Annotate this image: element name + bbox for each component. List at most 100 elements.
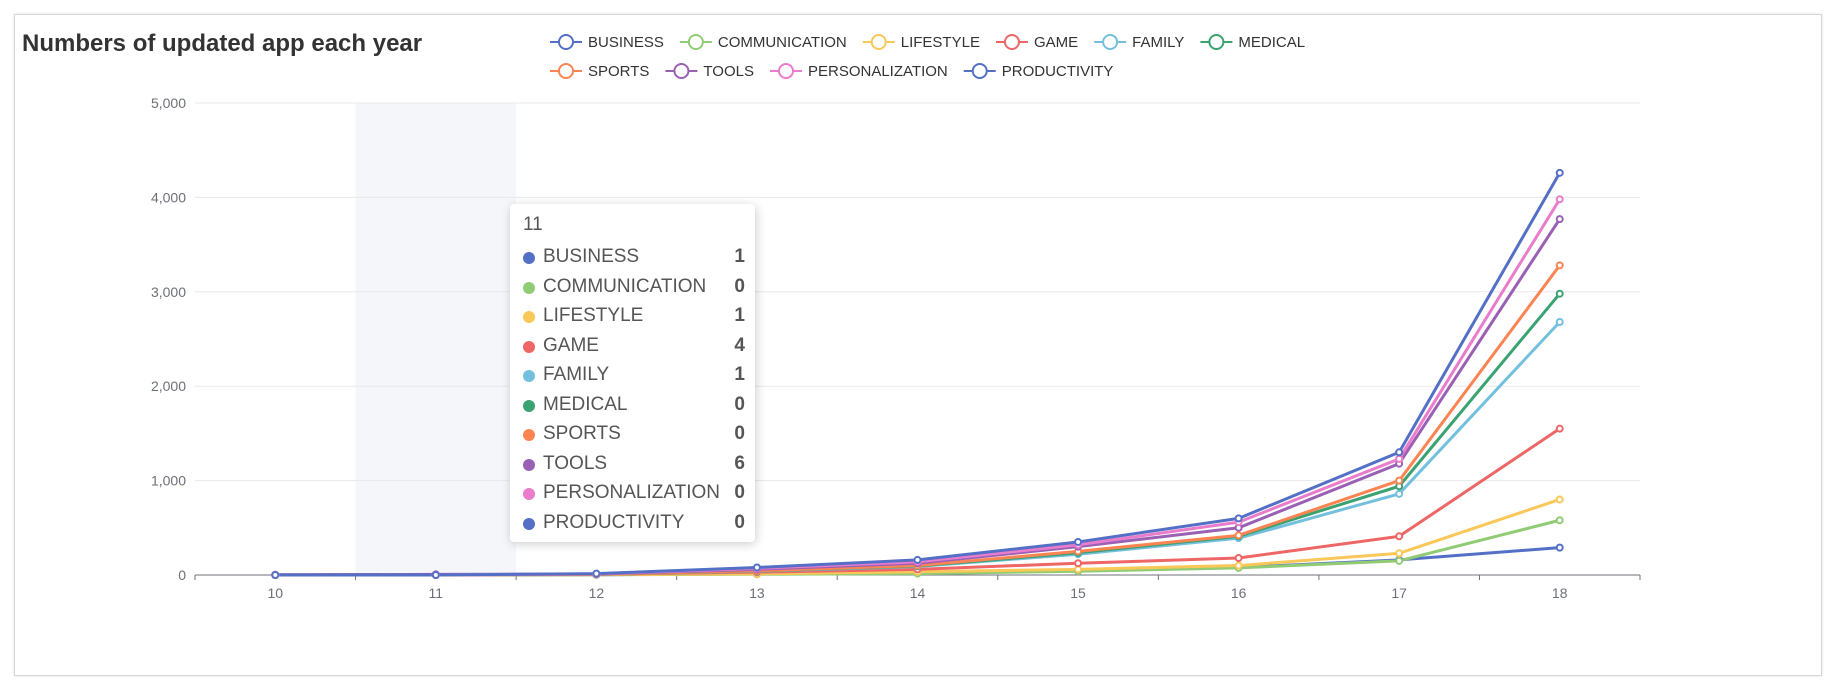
legend-marker-icon: [1102, 34, 1119, 50]
legend-item-tools[interactable]: TOOLS: [665, 63, 754, 80]
data-point-personalization: [1395, 454, 1404, 463]
legend-marker-icon: [687, 34, 704, 50]
legend-marker-icon: [1003, 34, 1020, 50]
x-tick-label: 12: [589, 585, 605, 601]
legend-item-lifestyle[interactable]: LIFESTYLE: [862, 34, 980, 51]
x-tick-label: 13: [749, 585, 765, 601]
data-point-productivity: [1234, 514, 1243, 523]
y-tick-label: 4,000: [151, 189, 186, 205]
data-point-sports: [1395, 476, 1404, 485]
data-point-productivity: [913, 555, 922, 564]
y-tick-label: 0: [178, 567, 186, 583]
tooltip-row: TOOLS 6: [523, 451, 745, 479]
legend-item-family[interactable]: FAMILY: [1094, 34, 1184, 51]
tooltip-row: SPORTS 0: [523, 421, 745, 449]
data-point-medical: [1555, 289, 1564, 298]
data-point-sports: [1555, 261, 1564, 270]
tooltip-series-name: PERSONALIZATION: [543, 482, 721, 503]
legend-marker-icon: [870, 34, 887, 50]
x-tick-label: 16: [1231, 585, 1247, 601]
tooltip-series-value: 0: [734, 423, 745, 444]
tooltip-row: COMMUNICATION 0: [523, 274, 745, 302]
y-tick-label: 5,000: [151, 95, 186, 111]
y-tick-label: 2,000: [151, 378, 186, 394]
legend-marker-icon: [777, 63, 794, 79]
tooltip-title: 11: [523, 214, 543, 235]
series-dot-icon: [523, 429, 535, 441]
series-dot-icon: [523, 311, 535, 323]
tooltip-series-value: 0: [734, 482, 745, 503]
legend-label: BUSINESS: [588, 34, 664, 51]
series-dot-icon: [523, 252, 535, 264]
data-point-game: [1395, 532, 1404, 541]
legend-item-sports[interactable]: SPORTS: [550, 63, 649, 80]
data-point-productivity: [271, 571, 280, 579]
x-tick-label: 10: [267, 585, 283, 601]
data-point-family: [1395, 489, 1404, 498]
legend-label: FAMILY: [1132, 34, 1184, 51]
x-tick-label: 17: [1391, 585, 1407, 601]
data-point-family: [1555, 318, 1564, 327]
hover-band: [355, 103, 517, 575]
tooltip-series-value: 1: [734, 364, 745, 385]
legend-marker-icon: [971, 63, 988, 79]
data-point-lifestyle: [1395, 549, 1404, 558]
data-point-sports: [1234, 531, 1243, 540]
data-point-communication: [1395, 556, 1404, 565]
series-dot-icon: [523, 281, 535, 294]
tooltip-series-name: GAME: [543, 334, 599, 356]
tooltip-series-name: COMMUNICATION: [543, 275, 707, 297]
data-point-productivity: [1395, 448, 1404, 457]
tooltip-series-name: SPORTS: [543, 423, 621, 444]
tooltip-series-value: 6: [734, 452, 745, 474]
data-point-business: [1555, 543, 1564, 552]
legend-marker-icon: [558, 34, 574, 50]
tooltip-series-value: 0: [734, 393, 745, 415]
series-dot-icon: [523, 488, 535, 500]
legend-item-business[interactable]: BUSINESS: [550, 34, 664, 51]
legend-item-productivity[interactable]: PRODUCTIVITY: [963, 63, 1114, 80]
tooltip-row: PERSONALIZATION 0: [523, 480, 745, 508]
legend-label: PRODUCTIVITY: [1002, 63, 1114, 80]
tooltip-series-name: FAMILY: [543, 364, 610, 385]
legend-item-communication[interactable]: COMMUNICATION: [679, 34, 847, 51]
legend-item-medical[interactable]: MEDICAL: [1200, 34, 1305, 51]
legend-item-game[interactable]: GAME: [995, 34, 1078, 51]
legend-label: GAME: [1034, 34, 1078, 51]
y-tick-label: 3,000: [151, 284, 186, 300]
series-dot-icon: [523, 399, 535, 412]
data-point-lifestyle: [1234, 561, 1243, 570]
y-tick-label: 1,000: [151, 473, 186, 489]
legend-marker-icon: [1208, 34, 1225, 50]
data-point-productivity: [431, 571, 440, 579]
series-dot-icon: [523, 340, 535, 353]
tooltip-series-name: PRODUCTIVITY: [543, 511, 685, 533]
legend-label: TOOLS: [703, 63, 754, 80]
tooltip-row: LIFESTYLE 1: [523, 303, 745, 331]
tooltip-series-value: 0: [734, 511, 745, 533]
tooltip-series-name: TOOLS: [543, 452, 608, 474]
x-tick-label: 11: [429, 585, 444, 601]
data-point-game: [1074, 559, 1083, 568]
legend-item-personalization[interactable]: PERSONALIZATION: [769, 63, 948, 80]
tooltip-row: FAMILY 1: [523, 362, 745, 390]
legend-label: SPORTS: [588, 63, 649, 80]
tooltip-series-value: 1: [734, 305, 745, 326]
data-point-lifestyle: [1074, 565, 1083, 574]
legend-label: MEDICAL: [1238, 34, 1305, 51]
tooltip-series-value: 0: [734, 275, 745, 297]
tooltip: 11 BUSINESS 1 COMMUNICATION 0 LIFESTYLE 1 GAME…: [510, 204, 755, 542]
data-point-productivity: [752, 563, 761, 572]
tooltip-row: MEDICAL 0: [523, 392, 745, 420]
data-point-game: [1234, 554, 1243, 563]
tooltip-series-value: 4: [734, 334, 745, 356]
data-point-productivity: [592, 569, 601, 578]
legend-label: COMMUNICATION: [718, 34, 847, 51]
legend-marker-icon: [673, 63, 690, 79]
tooltip-series-name: BUSINESS: [543, 246, 640, 267]
data-point-communication: [1555, 516, 1564, 525]
tooltip-row: GAME 4: [523, 333, 745, 361]
data-point-personalization: [1555, 195, 1564, 204]
legend-label: LIFESTYLE: [901, 34, 980, 51]
tooltip-row: PRODUCTIVITY 0: [523, 510, 745, 538]
